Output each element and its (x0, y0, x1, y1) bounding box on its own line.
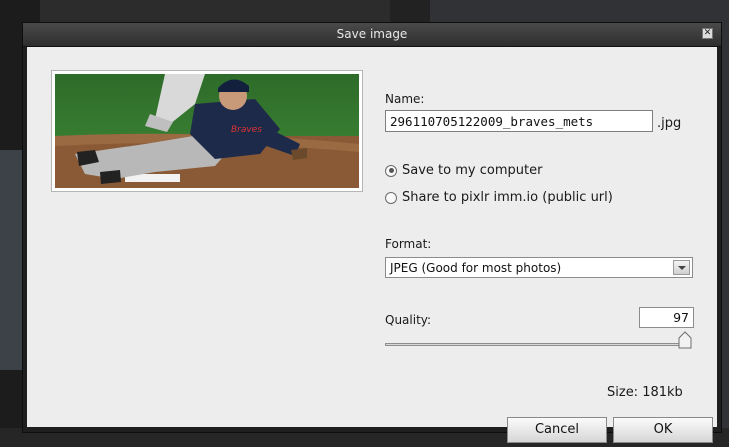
photo-thumbnail: Braves (55, 74, 359, 188)
save-to-computer-label: Save to my computer (402, 163, 543, 178)
format-select[interactable]: JPEG (Good for most photos) (385, 257, 693, 278)
dialog-panel: Braves Name: .jpg Save to my computer Sh… (27, 47, 717, 443)
filename-input[interactable] (385, 110, 653, 132)
background-artwork (0, 150, 22, 370)
image-preview: Braves (51, 70, 363, 192)
radio-share-imm[interactable] (385, 191, 397, 204)
format-label: Format: (385, 237, 432, 251)
share-imm-label: Share to pixlr imm.io (public url) (402, 190, 613, 205)
cancel-button[interactable]: Cancel (507, 417, 607, 443)
file-extension: .jpg (657, 116, 682, 131)
radio-save-computer[interactable] (385, 164, 397, 177)
file-size-text: Size: 181kb (607, 385, 683, 400)
format-select-value: JPEG (Good for most photos) (390, 261, 562, 275)
share-imm-option[interactable]: Share to pixlr imm.io (public url) (385, 190, 613, 205)
quality-slider-thumb[interactable] (678, 331, 692, 349)
chevron-down-icon[interactable] (673, 260, 690, 275)
ok-button[interactable]: OK (613, 417, 713, 443)
quality-slider-track[interactable] (385, 343, 690, 346)
quality-input[interactable]: 97 (639, 307, 694, 328)
quality-label: Quality: (385, 313, 432, 327)
dialog-titlebar[interactable]: Save image ✕ (23, 23, 721, 47)
close-icon[interactable]: ✕ (702, 28, 713, 39)
save-image-dialog: Save image ✕ Braves Name: 29611070512200… (22, 22, 722, 443)
svg-text:Braves: Braves (231, 125, 262, 135)
name-label: Name: (385, 92, 425, 106)
save-to-computer-option[interactable]: Save to my computer (385, 163, 542, 178)
dialog-title: Save image (336, 27, 408, 41)
